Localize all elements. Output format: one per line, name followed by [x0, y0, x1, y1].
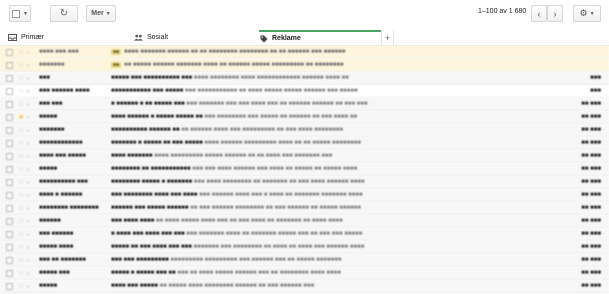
pagination-count: 1–100 av 1 680 [478, 8, 527, 15]
list-item[interactable]: ☆ ▸ ■■■ ■■■■■ ■■■ ■■■■■■■■■■ ■■■ ■■■■ ■■■■■… [0, 72, 609, 85]
list-item[interactable]: ☆ ▸ ■■■ ■■■■■■ ■ ■■■■ ■■■ ■■■■ ■■■ ■■■ ■■■ … [0, 228, 609, 241]
people-icon [134, 34, 143, 41]
tab-social-label: Sosialt [147, 34, 169, 41]
category-tabs: Primær Sosialt Reklame + [0, 30, 609, 46]
chevron-down-icon: ▼ [589, 10, 595, 17]
more-label: Mer [91, 10, 104, 17]
list-item[interactable]: ☆ ▸ ■■■■■ ■■■■ ■■■■■ ■■ ■■■ ■■■■ ■■■ ■■■ ■■… [0, 241, 609, 254]
newer-button[interactable]: ‹ [531, 5, 547, 22]
tab-primary[interactable]: Primær [8, 30, 130, 45]
list-item[interactable]: ☆ ▸ ■■■ ■■■ ■ ■■■■■■ ■ ■■ ■■■■■ ■■■ ■■■ ■■■… [0, 98, 609, 111]
list-item[interactable]: ☆ ▸ ■■■■■■■■ ■■■■■■■■ ■■■■■■ ■■■ ■■■■■ ■■■■… [0, 202, 609, 215]
chevron-right-icon: › [553, 8, 557, 19]
refresh-button[interactable]: ↻ [50, 5, 78, 22]
plus-icon: + [384, 32, 391, 43]
inbox-icon [8, 34, 17, 41]
checkbox-icon [12, 9, 21, 18]
list-item[interactable]: ☆ ▸ ■■■ ■■ ■■■■■■■ ■■■ ■■■ ■■■■■■■■■ ■■■■■■… [0, 254, 609, 267]
list-item[interactable]: ☆ ▸ ■■■■■■ ■■■ ■■■■ ■■■■ ■■ ■■■■ ■■■■■ ■■■■… [0, 215, 609, 228]
refresh-icon: ↻ [59, 7, 69, 19]
list-item[interactable]: ☆ ▸ ■■■■■■■■■■ ■■■ ■■■■■■■■ ■■■■■ ■ ■■■■■■■… [0, 176, 609, 189]
tab-social[interactable]: Sosialt [134, 30, 256, 45]
list-item[interactable]: ☆ ▸ ■■■■ ■■■ ■■■ ■■ ■■■■ ■■■■■■■ ■■■■■■ ■■ ■… [0, 46, 609, 59]
gear-icon: ⚙ [579, 8, 588, 18]
list-item[interactable]: ☆ ▸ ■■■■■■■ ■■■■■■■■■■ ■■■■■■ ■■ ■■ ■■■■■■ … [0, 124, 609, 137]
list-item[interactable]: ★ ▸ ■■■■■ ■■■■ ■■■■■■ ■ ■■■■■ ■■■■■ ■■ ■■■ … [0, 111, 609, 124]
tab-primary-label: Primær [21, 34, 44, 41]
chevron-down-icon: ▼ [23, 10, 28, 17]
tab-promotions[interactable]: Reklame [259, 30, 381, 45]
message-list: ☆ ▸ ■■■■ ■■■ ■■■ ■■ ■■■■ ■■■■■■■ ■■■■■■ ■■ ■… [0, 46, 609, 293]
tag-icon [259, 35, 268, 42]
chevron-left-icon: ‹ [537, 8, 541, 19]
settings-button[interactable]: ⚙ ▼ [573, 5, 601, 22]
select-checkbox-button[interactable]: ▼ [9, 5, 31, 22]
older-button[interactable]: › [547, 5, 563, 22]
list-item[interactable]: ☆ ▸ ■■■■■■■■■■■■ ■■■■■■■ ■ ■■■■■ ■■ ■■■ ■■■… [0, 137, 609, 150]
list-item[interactable]: ☆ ▸ ■■■ ■■■■■■ ■■■■ ■■■■■■■■■■■ ■■■ ■■■■■ ■… [0, 85, 609, 98]
list-item[interactable]: ☆ ▸ ■■■■ ■ ■■■■■■ ■■■ ■■■■■■■■ ■■■■ ■■■ ■■■… [0, 189, 609, 202]
chevron-down-icon: ▼ [105, 10, 111, 17]
list-item[interactable]: ☆ ▸ ■■■■■ ■■■ ■■■■■ ■ ■■■■■ ■■■ ■■ ■■■ ■■ ■… [0, 267, 609, 280]
toolbar: ▼ ↻ Mer ▼ 1–100 av 1 680 ‹ › ⚙ ▼ [0, 0, 609, 28]
tab-promotions-label: Reklame [272, 35, 301, 42]
add-tab-button[interactable]: + [381, 30, 394, 45]
list-item[interactable]: ☆ ▸ ■■■■■■■ ■■ ■■ ■■■■■ ■■■■■■ ■■■■■■■ ■■■■ … [0, 59, 609, 72]
list-item[interactable]: ☆ ▸ ■■■■■ ■■■■ ■■■ ■■■■■ ■■ ■■■■■ ■■■■ ■■■■… [0, 280, 609, 293]
more-button[interactable]: Mer ▼ [86, 5, 116, 22]
list-item[interactable]: ☆ ▸ ■■■■ ■■■ ■■■■■ ■■■■ ■■■■■■■ ■■■■ ■■■■■■… [0, 150, 609, 163]
list-item[interactable]: ☆ ▸ ■■■■■ ■■■■■■■■ ■■ ■■■■■■■■■■■ ■■■ ■■■ ■… [0, 163, 609, 176]
